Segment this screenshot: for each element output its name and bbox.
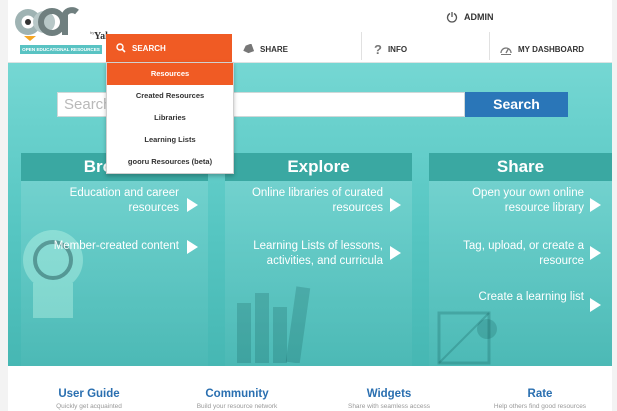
browse-column: Browse Education and career resources Me… xyxy=(21,153,208,366)
oer-logo[interactable]: OPEN EDUCATIONAL RESOURCES by Yale xyxy=(14,2,112,58)
nav-share[interactable]: SHARE xyxy=(242,38,288,60)
nav-dashboard-label: MY DASHBOARD xyxy=(518,44,585,54)
footer-user-guide[interactable]: User Guide xyxy=(24,388,154,400)
dropdown-item-gooru-resources[interactable]: gooru Resources (beta) xyxy=(107,151,233,173)
dropdown-item-resources[interactable]: Resources xyxy=(107,63,233,85)
nav-search-label: SEARCH xyxy=(132,43,166,53)
arrow-right-icon[interactable] xyxy=(187,198,198,212)
arrow-right-icon[interactable] xyxy=(590,298,601,312)
share-column: Share Open your own online resource libr… xyxy=(429,153,612,366)
nav-search[interactable]: SEARCH xyxy=(106,34,232,62)
arrow-right-icon[interactable] xyxy=(590,198,601,212)
share-link-tag-upload[interactable]: Tag, upload, or create a resource xyxy=(429,239,584,269)
footer-rate[interactable]: Rate xyxy=(475,388,605,400)
books-watermark-icon xyxy=(237,286,311,363)
footer-user-guide-subtitle: Quickly get acquainted xyxy=(56,403,122,410)
logo-tagline: OPEN EDUCATIONAL RESOURCES xyxy=(20,45,102,54)
dropdown-item-created-resources[interactable]: Created Resources xyxy=(107,85,233,107)
nav-info[interactable]: ? INFO xyxy=(374,38,407,60)
browse-link-education[interactable]: Education and career resources xyxy=(21,186,179,216)
browse-body: Education and career resources Member-cr… xyxy=(21,181,208,366)
footer-rate-subtitle: Help others find good resources xyxy=(493,403,587,410)
footer-links: User Guide Quickly get acquainted Commun… xyxy=(8,366,612,411)
nav-dashboard[interactable]: MY DASHBOARD xyxy=(500,38,584,60)
arrow-right-icon[interactable] xyxy=(390,246,401,260)
browse-link-member-content[interactable]: Member-created content xyxy=(21,239,179,254)
share-body: Open your own online resource library Ta… xyxy=(429,181,612,366)
network-watermark-icon xyxy=(437,311,497,365)
tag-icon xyxy=(243,44,254,54)
share-link-open-library[interactable]: Open your own online resource library xyxy=(429,186,584,216)
nav-divider xyxy=(489,32,490,60)
explore-link-libraries[interactable]: Online libraries of curated resources xyxy=(225,186,383,216)
footer-widgets-subtitle: Share with seamless access xyxy=(347,403,430,410)
share-heading: Share xyxy=(429,153,612,181)
arrow-right-icon[interactable] xyxy=(390,198,401,212)
dropdown-item-libraries[interactable]: Libraries xyxy=(107,107,233,129)
power-icon xyxy=(446,12,458,23)
question-icon: ? xyxy=(374,41,382,57)
explore-heading: Explore xyxy=(225,153,412,181)
nav-share-label: SHARE xyxy=(260,44,289,54)
top-header: OPEN EDUCATIONAL RESOURCES by Yale ADMIN… xyxy=(8,0,612,63)
explore-column: Explore Online libraries of curated reso… xyxy=(225,153,412,366)
footer-community-subtitle: Build your resource network xyxy=(196,403,278,410)
share-link-create-list[interactable]: Create a learning list xyxy=(429,290,584,305)
app-frame: OPEN EDUCATIONAL RESOURCES by Yale ADMIN… xyxy=(8,0,612,411)
hero-panel: Search Search Browse Education and caree… xyxy=(8,63,612,366)
search-button[interactable]: Search xyxy=(465,92,568,117)
explore-link-learning-lists[interactable]: Learning Lists of lessons, activities, a… xyxy=(225,239,383,269)
owl-logo-icon xyxy=(15,7,79,41)
arrow-right-icon[interactable] xyxy=(590,246,601,260)
nav-info-label: INFO xyxy=(387,44,408,54)
explore-body: Online libraries of curated resources Le… xyxy=(225,181,412,366)
nav-divider xyxy=(361,32,362,60)
admin-menu[interactable]: ADMIN xyxy=(446,11,494,23)
search-icon xyxy=(116,43,126,53)
footer-community[interactable]: Community xyxy=(172,388,302,400)
dropdown-item-learning-lists[interactable]: Learning Lists xyxy=(107,129,233,151)
search-dropdown-menu: Resources Created Resources Libraries Le… xyxy=(106,62,234,174)
arrow-right-icon[interactable] xyxy=(187,240,198,254)
admin-label: ADMIN xyxy=(464,12,494,22)
dashboard-gauge-icon xyxy=(500,46,512,55)
footer-widgets[interactable]: Widgets xyxy=(324,388,454,400)
